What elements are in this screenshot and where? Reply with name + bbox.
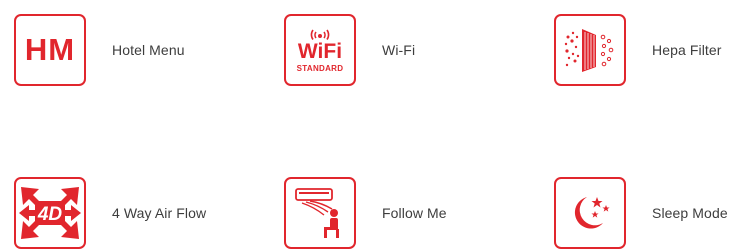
feature-label-follow-me: Follow Me (382, 205, 447, 221)
feature-four-way-airflow: 4D 4 Way Air Flow (14, 177, 206, 249)
hotel-menu-icon: HM (14, 14, 86, 86)
feature-label-wifi: Wi-Fi (382, 42, 416, 58)
follow-me-icon (284, 177, 356, 249)
feature-label-hotel-menu: Hotel Menu (112, 42, 185, 58)
feature-label-sleep-mode: Sleep Mode (652, 205, 728, 221)
feature-label-four-way-airflow: 4 Way Air Flow (112, 205, 207, 221)
wifi-standard-icon: WiFi STANDARD (284, 14, 356, 86)
feature-hotel-menu: HM Hotel Menu (14, 14, 185, 86)
sleep-mode-icon (554, 177, 626, 249)
feature-wifi: WiFi STANDARD Wi-Fi (284, 14, 415, 86)
feature-follow-me: Follow Me (284, 177, 447, 249)
wifi-signal-icon (310, 29, 330, 40)
four-way-airflow-icon-text: 4D (37, 204, 63, 225)
feature-label-hepa-filter: Hepa Filter (652, 42, 722, 58)
wifi-icon-subtext: STANDARD (296, 64, 344, 73)
four-way-airflow-icon: 4D (14, 177, 86, 249)
feature-hepa-filter: Hepa Filter (554, 14, 722, 86)
hotel-menu-icon-text: HM (24, 32, 76, 67)
feature-sleep-mode: Sleep Mode (554, 177, 728, 249)
hepa-filter-icon (554, 14, 626, 86)
wifi-icon-text: WiFi (297, 40, 343, 63)
